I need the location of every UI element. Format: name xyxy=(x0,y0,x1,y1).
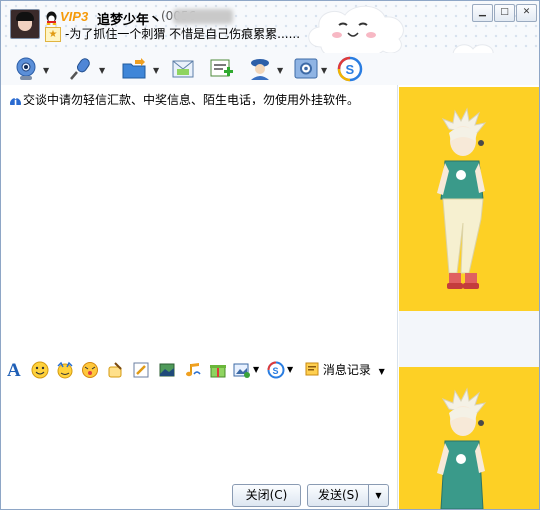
chevron-down-icon[interactable]: ▼ xyxy=(153,66,159,75)
chevron-down-icon[interactable]: ▼ xyxy=(99,66,105,75)
soso-icon[interactable]: S xyxy=(267,361,285,379)
chevron-down-icon[interactable]: ▼ xyxy=(321,66,327,75)
image-icon[interactable] xyxy=(233,361,251,379)
contact-signature: -为了抓住一个刺猬 不惜是自己伤痕累累...... xyxy=(65,27,301,41)
add-contact-icon xyxy=(210,59,233,77)
send-button-label: 发送(S) xyxy=(318,488,359,502)
chevron-down-icon[interactable]: ▼ xyxy=(43,66,49,75)
qq-penguin-icon xyxy=(46,11,57,25)
screenshot-icon[interactable] xyxy=(158,361,176,379)
mail-icon xyxy=(172,60,194,78)
music-icon[interactable] xyxy=(184,361,202,379)
panel-divider xyxy=(397,85,398,509)
maximize-button[interactable]: □ xyxy=(494,4,515,22)
message-log-button[interactable]: 消息记录 ▼ xyxy=(305,361,385,378)
voice-message-icon[interactable] xyxy=(107,361,125,379)
soso-icon: S xyxy=(337,56,363,82)
gear-icon xyxy=(294,58,318,79)
close-button[interactable]: ✕ xyxy=(516,4,537,22)
shake-icon[interactable] xyxy=(81,361,99,379)
send-button[interactable]: 发送(S) ▼ xyxy=(307,484,389,507)
video-call-icon xyxy=(16,57,36,80)
soso-button[interactable]: S xyxy=(337,56,363,82)
voice-call-button[interactable]: ▼ xyxy=(67,56,105,82)
chevron-down-icon[interactable]: ▼ xyxy=(253,365,259,374)
microphone-icon xyxy=(70,58,90,80)
doodle-icon[interactable] xyxy=(132,361,150,379)
window-controls: ▁ □ ✕ xyxy=(471,4,537,22)
create-group-button[interactable] xyxy=(209,56,235,82)
minimize-button[interactable]: ▁ xyxy=(472,4,493,22)
my-avatar-figure xyxy=(437,387,487,509)
avatar[interactable] xyxy=(10,9,40,39)
send-options-chevron-icon[interactable]: ▼ xyxy=(368,485,388,506)
send-sms-button[interactable] xyxy=(171,56,197,82)
app-settings-button[interactable]: ▼ xyxy=(293,56,327,82)
folder-icon xyxy=(122,58,146,79)
svg-text:S: S xyxy=(346,62,355,77)
send-file-button[interactable]: ▼ xyxy=(121,56,159,82)
side-panel-gap xyxy=(399,311,539,367)
user-cap-icon xyxy=(251,59,269,80)
chat-window: VIP3 追梦少年丶 (0056 ★ -为了抓住一个刺猬 不惜是自己伤痕累累..… xyxy=(0,0,540,510)
emoji-icon[interactable] xyxy=(31,361,49,379)
video-call-button[interactable]: ▼ xyxy=(13,56,49,82)
message-log-icon xyxy=(305,362,319,376)
avatar-hair xyxy=(16,12,34,21)
chevron-down-icon[interactable]: ▼ xyxy=(287,365,293,374)
font-button[interactable]: A xyxy=(7,360,25,381)
message-log-label: 消息记录 xyxy=(322,363,371,377)
chat-history[interactable] xyxy=(1,105,396,357)
chevron-down-icon[interactable]: ▼ xyxy=(277,66,283,75)
close-chat-button[interactable]: 关闭(C) xyxy=(232,484,301,507)
gift-icon[interactable] xyxy=(209,361,227,379)
contact-show-panel xyxy=(399,87,539,311)
chevron-down-icon[interactable]: ▼ xyxy=(379,367,385,376)
vip-badge: VIP3 xyxy=(60,9,89,24)
remote-assist-button[interactable]: ▼ xyxy=(247,56,283,82)
title-bar[interactable]: VIP3 追梦少年丶 (0056 ★ -为了抓住一个刺猬 不惜是自己伤痕累累..… xyxy=(1,1,539,75)
my-show-panel xyxy=(399,367,539,509)
svg-text:S: S xyxy=(273,366,279,376)
message-input[interactable] xyxy=(1,383,396,481)
blurred-number xyxy=(173,9,233,24)
magic-emoji-icon[interactable] xyxy=(56,361,74,379)
contact-avatar-figure xyxy=(437,107,487,289)
toolbar: ▼ ▼ ▼ ▼ ▼ S xyxy=(1,53,539,85)
star-icon[interactable]: ★ xyxy=(45,27,61,42)
